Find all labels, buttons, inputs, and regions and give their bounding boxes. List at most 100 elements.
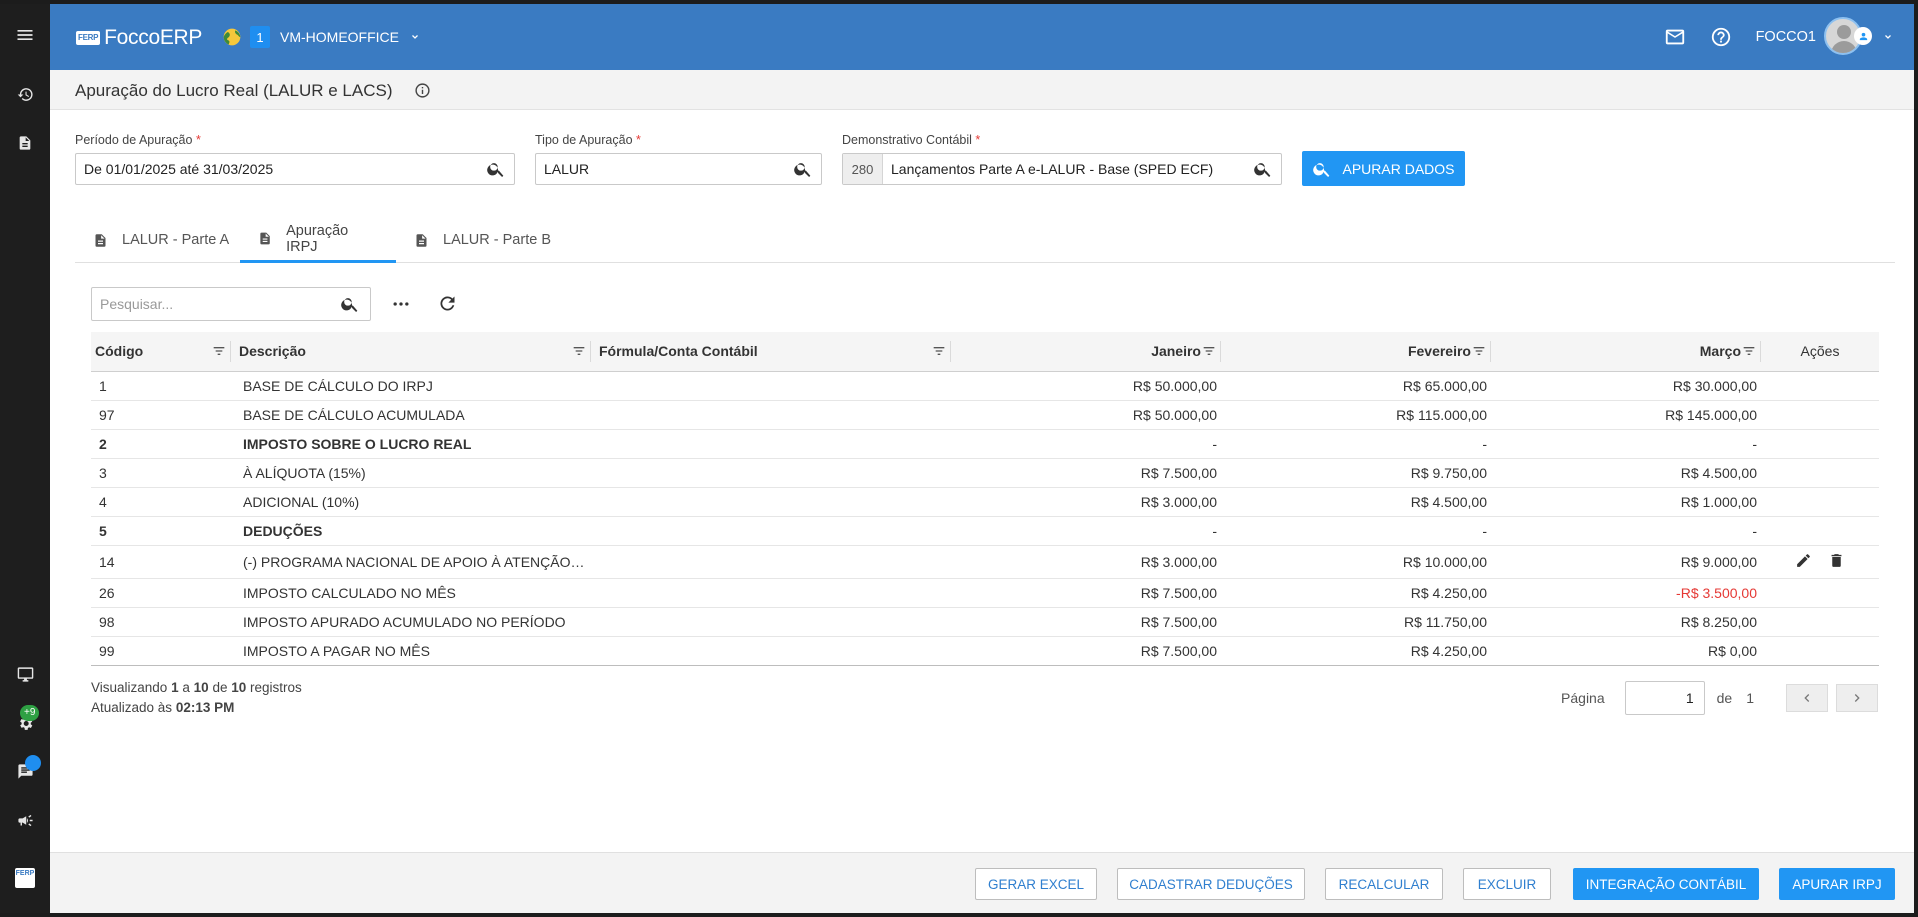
- demonstrativo-value: Lançamentos Parte A e-LALUR - Base (SPED…: [891, 161, 1214, 177]
- cell-codigo: 3: [91, 458, 231, 488]
- table-row[interactable]: 26 IMPOSTO CALCULADO NO MÊS R$ 7.500,00 …: [91, 578, 1879, 608]
- documents-button[interactable]: [0, 123, 50, 163]
- tab-lalur-parte-a[interactable]: LALUR - Parte A: [75, 217, 247, 263]
- cell-fevereiro: R$ 4.250,00: [1221, 636, 1491, 666]
- integracao-contabil-button[interactable]: INTEGRAÇÃO CONTÁBIL: [1573, 868, 1759, 900]
- demonstrativo-search-button[interactable]: [1245, 159, 1281, 179]
- tipo-search-button[interactable]: [785, 159, 821, 179]
- delete-button[interactable]: [1828, 552, 1845, 572]
- environment-selector[interactable]: 1 VM-HOMEOFFICE: [222, 26, 421, 48]
- periodo-field[interactable]: De 01/01/2025 até 31/03/2025: [75, 153, 515, 185]
- ferp-app-button[interactable]: FERP: [0, 858, 50, 898]
- periodo-search-button[interactable]: [478, 159, 514, 179]
- more-options-button[interactable]: [390, 294, 412, 317]
- records-a: a: [182, 680, 190, 695]
- help-icon: [1711, 27, 1730, 47]
- cell-codigo: 5: [91, 516, 231, 546]
- refresh-button[interactable]: [437, 293, 458, 317]
- menu-button[interactable]: [0, 15, 50, 55]
- environment-number: 1: [250, 26, 270, 48]
- environment-name: VM-HOMEOFFICE: [280, 29, 399, 45]
- apurar-dados-button[interactable]: APURAR DADOS: [1302, 151, 1465, 186]
- demonstrativo-code: 280: [843, 154, 883, 184]
- table-row[interactable]: 97 BASE DE CÁLCULO ACUMULADA R$ 50.000,0…: [91, 400, 1879, 430]
- megaphone-icon: [17, 814, 33, 826]
- col-descricao[interactable]: Descrição: [231, 332, 591, 372]
- search-button[interactable]: [330, 294, 370, 314]
- periodo-value: De 01/01/2025 até 31/03/2025: [84, 161, 274, 177]
- cell-fevereiro: R$ 10.000,00: [1221, 545, 1491, 579]
- table-row[interactable]: 5 DEDUÇÕES - - -: [91, 516, 1879, 546]
- tab-apuracao-irpj[interactable]: Apuração IRPJ: [240, 217, 396, 263]
- filter-icon[interactable]: [211, 343, 227, 359]
- user-avatar-button[interactable]: [1824, 17, 1878, 57]
- page-input[interactable]: 1: [1624, 681, 1705, 715]
- left-sidebar: +9 FERP: [0, 0, 50, 917]
- tab-lalur-parte-b[interactable]: LALUR - Parte B: [396, 217, 569, 263]
- tab-label: Apuração IRPJ: [286, 222, 349, 255]
- table-row[interactable]: 1 BASE DE CÁLCULO DO IRPJ R$ 50.000,00 R…: [91, 371, 1879, 401]
- next-page-button[interactable]: [1836, 684, 1878, 712]
- chevron-down-icon[interactable]: [1882, 31, 1894, 43]
- recalcular-button[interactable]: RECALCULAR: [1325, 868, 1443, 900]
- col-formula[interactable]: Fórmula/Conta Contábil: [591, 332, 951, 372]
- tab-bar: LALUR - Parte A Apuração IRPJ LALUR - Pa…: [75, 217, 1895, 263]
- cell-acoes: [1761, 400, 1879, 430]
- logo-text: FoccoERP: [104, 26, 203, 49]
- col-fevereiro-label: Fevereiro: [1407, 343, 1471, 360]
- col-codigo[interactable]: Código: [91, 332, 231, 372]
- col-codigo-label: Código: [95, 343, 144, 360]
- table-row[interactable]: 4 ADICIONAL (10%) R$ 3.000,00 R$ 4.500,0…: [91, 487, 1879, 517]
- cell-marco: R$ 8.250,00: [1491, 607, 1761, 637]
- cell-descricao: BASE DE CÁLCULO ACUMULADA: [231, 400, 591, 430]
- gerar-excel-button[interactable]: GERAR EXCEL: [975, 868, 1097, 900]
- cell-descricao: IMPOSTO CALCULADO NO MÊS: [231, 578, 591, 608]
- demonstrativo-field[interactable]: 280 Lançamentos Parte A e-LALUR - Base (…: [842, 153, 1282, 185]
- table-row[interactable]: 98 IMPOSTO APURADO ACUMULADO NO PERÍODO …: [91, 607, 1879, 637]
- required-mark: *: [195, 133, 201, 147]
- page-total: 1: [1746, 690, 1754, 706]
- filter-icon[interactable]: [931, 343, 947, 359]
- tipo-field[interactable]: LALUR: [535, 153, 822, 185]
- chat-button[interactable]: [0, 751, 50, 791]
- cell-marco: R$ 145.000,00: [1491, 400, 1761, 430]
- filter-icon[interactable]: [571, 343, 587, 359]
- edit-button[interactable]: [1795, 552, 1812, 572]
- monitor-button[interactable]: [0, 654, 50, 694]
- processes-button[interactable]: +9: [0, 703, 50, 743]
- table-row[interactable]: 99 IMPOSTO A PAGAR NO MÊS R$ 7.500,00 R$…: [91, 636, 1879, 666]
- col-janeiro[interactable]: Janeiro: [951, 332, 1221, 372]
- messages-button[interactable]: [1664, 26, 1686, 48]
- apurar-irpj-button[interactable]: APURAR IRPJ: [1779, 868, 1895, 900]
- cell-janeiro: R$ 7.500,00: [951, 458, 1221, 488]
- updated-at: Atualizado às 02:13 PM: [91, 698, 302, 718]
- table-row[interactable]: 14 (-) PROGRAMA NACIONAL DE APOIO À ATEN…: [91, 545, 1879, 579]
- col-fevereiro[interactable]: Fevereiro: [1221, 332, 1491, 372]
- prev-page-button[interactable]: [1786, 684, 1828, 712]
- user-name[interactable]: FOCCO1: [1756, 29, 1816, 45]
- announcements-button[interactable]: [0, 800, 50, 840]
- app-logo[interactable]: FERP FoccoERP: [76, 26, 202, 50]
- updated-time: 02:13 PM: [175, 700, 235, 715]
- cadastrar-deducoes-button[interactable]: CADASTRAR DEDUÇÕES: [1117, 868, 1305, 900]
- col-marco[interactable]: Março: [1491, 332, 1761, 372]
- chevron-left-icon: [1804, 694, 1810, 702]
- cell-formula: [591, 429, 951, 459]
- help-button[interactable]: [1710, 26, 1732, 48]
- history-icon: [17, 87, 33, 101]
- page-label: Página: [1561, 690, 1605, 706]
- filter-icon[interactable]: [1741, 343, 1757, 359]
- filter-icon[interactable]: [1201, 343, 1217, 359]
- info-icon[interactable]: [414, 82, 431, 99]
- person-icon: [1859, 32, 1867, 40]
- filter-icon[interactable]: [1471, 343, 1487, 359]
- chevron-down-icon: [412, 35, 418, 39]
- history-button[interactable]: [0, 74, 50, 114]
- excluir-button[interactable]: EXCLUIR: [1463, 868, 1551, 900]
- search-input[interactable]: [92, 296, 330, 312]
- table-row[interactable]: 3 À ALÍQUOTA (15%) R$ 7.500,00 R$ 9.750,…: [91, 458, 1879, 488]
- table-row[interactable]: 2 IMPOSTO SOBRE O LUCRO REAL - - -: [91, 429, 1879, 459]
- viewing-prefix: Visualizando: [91, 680, 168, 695]
- user-badge: [1854, 27, 1872, 45]
- cell-formula: [591, 578, 951, 608]
